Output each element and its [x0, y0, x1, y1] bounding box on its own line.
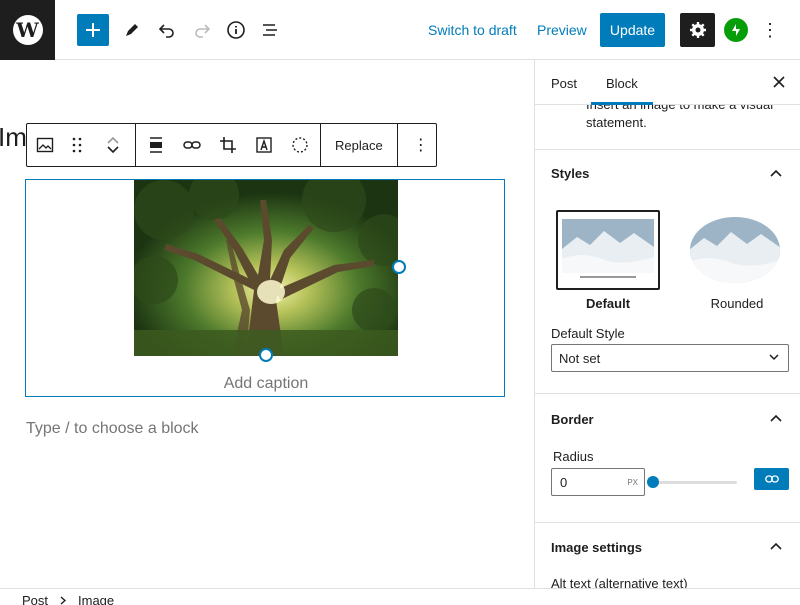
default-block-appender[interactable]: Type / to choose a block — [26, 420, 199, 438]
link-icon — [183, 141, 201, 149]
align-center-icon — [150, 137, 162, 153]
breadcrumb-post[interactable]: Post — [22, 593, 48, 605]
list-view-button[interactable] — [254, 14, 286, 46]
crop-icon — [220, 137, 236, 153]
duotone-icon — [292, 137, 308, 153]
preview-button[interactable]: Preview — [537, 22, 587, 38]
radius-label: Radius — [553, 449, 594, 464]
drag-handle[interactable] — [63, 124, 91, 166]
duotone-button[interactable] — [282, 124, 318, 166]
close-icon — [773, 76, 785, 88]
block-toolbar-group-replace: Replace — [321, 124, 398, 166]
drag-icon — [72, 137, 82, 153]
add-block-button[interactable] — [77, 14, 109, 46]
info-icon — [227, 21, 245, 39]
border-panel-title[interactable]: Border — [551, 412, 594, 427]
divider — [535, 393, 800, 394]
chevron-up-icon[interactable] — [106, 135, 120, 145]
wordpress-logo-icon: W — [12, 15, 43, 45]
style-label-rounded: Rounded — [710, 296, 764, 311]
radius-unit[interactable]: PX — [627, 478, 638, 487]
tab-block[interactable]: Block — [606, 76, 638, 91]
align-button[interactable] — [138, 124, 174, 166]
style-label-default: Default — [585, 296, 631, 311]
radius-input[interactable]: 0 PX — [551, 468, 645, 496]
chevron-down-icon — [769, 354, 779, 361]
jetpack-button[interactable] — [724, 18, 748, 42]
editor-app: W Switch to draft Preview Update ⋮ Im Re… — [0, 0, 800, 605]
chevron-up-icon[interactable] — [767, 164, 785, 182]
block-toolbar: Replace ⋮ — [26, 123, 437, 167]
image-settings-panel-title[interactable]: Image settings — [551, 540, 642, 555]
close-sidebar-button[interactable] — [769, 72, 789, 92]
update-button[interactable]: Update — [600, 13, 665, 47]
style-preview-rounded — [683, 210, 787, 290]
default-style-label: Default Style — [551, 326, 625, 341]
settings-sidebar: Insert an image to make a visual stateme… — [534, 60, 800, 588]
block-toolbar-group-more: ⋮ — [398, 124, 444, 166]
text-overlay-button[interactable] — [246, 124, 282, 166]
wordpress-logo-button[interactable]: W — [0, 0, 55, 60]
radius-slider-track[interactable] — [653, 481, 737, 484]
radius-value: 0 — [560, 474, 568, 490]
details-button[interactable] — [220, 14, 252, 46]
divider — [535, 522, 800, 523]
resize-handle-bottom[interactable] — [259, 348, 273, 362]
style-option-default[interactable]: Default — [556, 210, 660, 311]
block-toolbar-group-tools — [136, 124, 321, 166]
style-option-rounded[interactable]: Rounded — [683, 210, 787, 311]
style-preview-default — [556, 210, 660, 290]
text-overlay-icon — [256, 137, 272, 153]
link-radius-button[interactable] — [754, 468, 789, 490]
sidebar-tabs: Post Block — [535, 60, 800, 105]
chevron-up-icon[interactable] — [767, 409, 785, 427]
block-toolbar-group-parent — [27, 124, 136, 166]
styles-panel-title[interactable]: Styles — [551, 166, 589, 181]
redo-button[interactable] — [186, 14, 218, 46]
tab-post[interactable]: Post — [551, 76, 577, 91]
chevron-up-icon[interactable] — [767, 537, 785, 555]
crop-button[interactable] — [210, 124, 246, 166]
tree-image[interactable] — [134, 180, 398, 356]
post-title[interactable]: Im — [0, 122, 27, 153]
link-button[interactable] — [174, 124, 210, 166]
redo-icon — [195, 24, 211, 38]
resize-handle-right[interactable] — [392, 260, 406, 274]
breadcrumb: Post Image — [0, 588, 800, 605]
chevron-down-icon[interactable] — [106, 145, 120, 155]
undo-button[interactable] — [151, 14, 183, 46]
image-block[interactable]: Add caption — [25, 179, 505, 397]
gear-icon — [689, 22, 706, 38]
image-icon — [36, 137, 54, 153]
plus-icon — [86, 23, 100, 37]
default-style-value: Not set — [559, 350, 601, 366]
breadcrumb-image[interactable]: Image — [78, 593, 114, 605]
block-type-button[interactable] — [27, 124, 63, 166]
pencil-icon — [126, 24, 138, 36]
settings-button[interactable] — [680, 13, 715, 47]
options-menu-button[interactable]: ⋮ — [760, 14, 780, 46]
radius-slider-thumb[interactable] — [647, 476, 659, 488]
divider — [535, 149, 800, 150]
switch-to-draft-button[interactable]: Switch to draft — [428, 22, 517, 38]
tools-button[interactable] — [116, 14, 148, 46]
default-style-select[interactable]: Not set — [551, 344, 789, 372]
link-icon — [764, 475, 779, 483]
list-view-icon — [263, 24, 277, 36]
active-tab-indicator — [591, 102, 653, 105]
editor-canvas: Im Replace ⋮ Add caption Type / to choos… — [0, 60, 534, 588]
top-toolbar: W Switch to draft Preview Update ⋮ — [0, 0, 800, 60]
chevron-right-icon — [60, 596, 66, 605]
caption-input[interactable]: Add caption — [26, 375, 506, 393]
block-options-button[interactable]: ⋮ — [398, 124, 444, 166]
undo-icon — [158, 24, 174, 38]
replace-button[interactable]: Replace — [321, 124, 397, 166]
move-buttons — [91, 124, 135, 166]
alt-text-label: Alt text (alternative text) — [551, 576, 688, 588]
jetpack-icon — [732, 24, 740, 36]
